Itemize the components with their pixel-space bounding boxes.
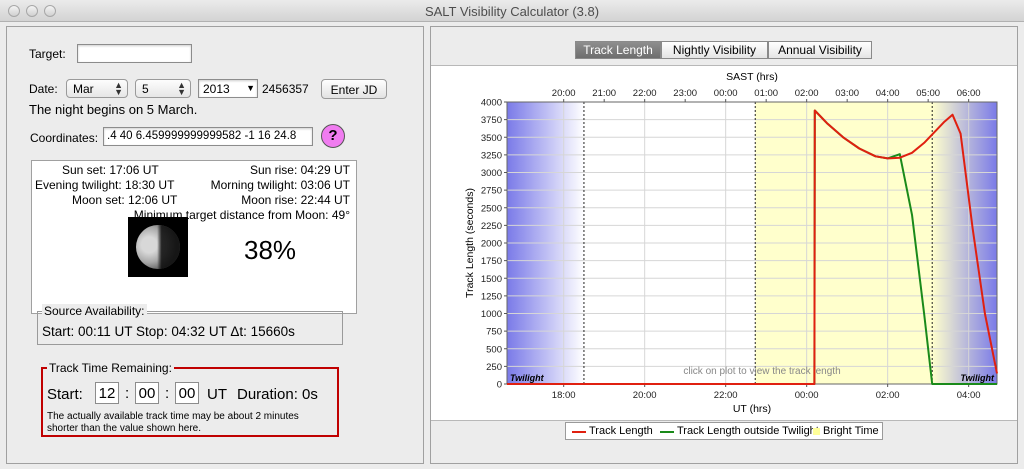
x2-tick-label: 03:00 xyxy=(835,88,859,99)
select-arrows-icon: ▲ ▼ xyxy=(177,80,186,97)
tab-track-length[interactable]: Track Length xyxy=(575,41,661,59)
x-tick-label: 20:00 xyxy=(633,390,657,401)
moon-phase-image xyxy=(128,217,188,277)
plot-hint-text: click on plot to view the track length xyxy=(683,366,840,377)
legend-outside-twilight: Track Length outside Twilight xyxy=(677,425,819,437)
y-tick-label: 1250 xyxy=(481,291,502,302)
tab-nightly-visibility[interactable]: Nightly Visibility xyxy=(661,41,768,59)
visibility-panel: Track Length Nightly Visibility Annual V… xyxy=(430,26,1018,464)
date-label: Date: xyxy=(29,82,58,96)
input-panel: Target: Date: Mar ▲ ▼ 5 ▲ ▼ 2013 ▼ 2456357… xyxy=(6,26,424,464)
time-separator: : xyxy=(165,385,170,402)
sun-moon-info-box: Sun set: 17:06 UT Sun rise: 04:29 UT Eve… xyxy=(31,160,357,314)
morning-twilight-text: Morning twilight: 03:06 UT xyxy=(210,178,350,192)
source-availability-text: Start: 00:11 UT Stop: 04:32 UT Δt: 15660… xyxy=(42,324,295,339)
x2-tick-label: 06:00 xyxy=(957,88,981,99)
x2-tick-label: 23:00 xyxy=(673,88,697,99)
target-label: Target: xyxy=(29,47,66,61)
track-start-seconds-input[interactable]: 00 xyxy=(175,382,199,404)
tab-annual-visibility[interactable]: Annual Visibility xyxy=(768,41,872,59)
y-tick-label: 3000 xyxy=(481,168,502,179)
legend-bright-time: Bright Time xyxy=(823,425,879,437)
twilight-label-evening: Twilight xyxy=(510,373,545,383)
moon-shadow xyxy=(136,225,180,269)
moon-rise-text: Moon rise: 22:44 UT xyxy=(241,193,350,207)
target-input[interactable] xyxy=(77,44,192,63)
y-tick-label: 2000 xyxy=(481,239,502,250)
y-tick-label: 750 xyxy=(486,327,502,338)
track-time-remaining-title: Track Time Remaining: xyxy=(47,361,174,375)
track-time-note-line2: shorter than the value shown here. xyxy=(47,423,201,434)
window-title: SALT Visibility Calculator (3.8) xyxy=(424,4,600,19)
chevron-down-icon[interactable]: ▼ xyxy=(246,83,255,93)
y-tick-label: 2250 xyxy=(481,221,502,232)
sun-set-text: Sun set: 17:06 UT xyxy=(62,163,159,177)
y-tick-label: 0 xyxy=(497,380,502,391)
track-time-note-line1: The actually available track time may be… xyxy=(47,411,299,422)
track-time-remaining-group: Track Time Remaining: Start: 12 : 00 : 0… xyxy=(41,361,339,437)
y-tick-label: 3750 xyxy=(481,115,502,126)
y-axis-label: Track Length (seconds) xyxy=(464,188,476,298)
coordinates-input[interactable]: .4 40 6.459999999999582 -1 16 24.8 xyxy=(103,127,313,146)
moon-phase-percentage: 38% xyxy=(244,235,297,265)
x2-tick-label: 04:00 xyxy=(876,88,900,99)
x2-axis-label: SAST (hrs) xyxy=(726,71,778,83)
track-start-label: Start: xyxy=(47,386,83,403)
legend-swatch-track-length xyxy=(572,431,586,433)
x-tick-label: 04:00 xyxy=(957,390,981,401)
x2-tick-label: 20:00 xyxy=(552,88,576,99)
x-tick-label: 02:00 xyxy=(876,390,900,401)
sun-rise-text: Sun rise: 04:29 UT xyxy=(249,163,350,177)
x2-tick-label: 02:00 xyxy=(795,88,819,99)
track-start-hours-input[interactable]: 12 xyxy=(95,382,119,404)
source-availability-title: Source Availability: xyxy=(42,304,147,318)
year-combo[interactable]: 2013 ▼ xyxy=(198,79,258,98)
month-select[interactable]: Mar ▲ ▼ xyxy=(66,79,128,98)
y-tick-label: 3250 xyxy=(481,150,502,161)
month-value: Mar xyxy=(73,82,94,96)
track-start-minutes-input[interactable]: 00 xyxy=(135,382,159,404)
enter-jd-button[interactable]: Enter JD xyxy=(321,79,387,99)
year-value: 2013 xyxy=(203,82,230,96)
day-value: 5 xyxy=(142,82,149,96)
y-tick-label: 2500 xyxy=(481,203,502,214)
day-select[interactable]: 5 ▲ ▼ xyxy=(135,79,191,98)
source-availability-group: Source Availability: Start: 00:11 UT Sto… xyxy=(37,304,343,345)
x2-tick-label: 01:00 xyxy=(754,88,778,99)
y-tick-label: 2750 xyxy=(481,186,502,197)
x-axis-label: UT (hrs) xyxy=(733,403,771,415)
coordinates-label: Coordinates: xyxy=(30,131,99,145)
y-tick-label: 250 xyxy=(486,362,502,373)
x-tick-label: 18:00 xyxy=(552,390,576,401)
window-titlebar: SALT Visibility Calculator (3.8) xyxy=(0,0,1024,22)
legend-swatch-bright-time xyxy=(813,428,820,435)
y-tick-label: 4000 xyxy=(481,98,502,109)
y-tick-label: 3500 xyxy=(481,133,502,144)
night-begins-text: The night begins on 5 March. xyxy=(29,102,198,117)
legend-swatch-outside-twilight xyxy=(660,431,674,433)
help-button[interactable]: ? xyxy=(321,124,345,148)
chart-legend: Track Length Track Length outside Twilig… xyxy=(565,422,883,440)
y-tick-label: 1000 xyxy=(481,309,502,320)
x-tick-label: 00:00 xyxy=(795,390,819,401)
legend-track-length: Track Length xyxy=(589,425,653,437)
x2-tick-label: 00:00 xyxy=(714,88,738,99)
ut-label: UT xyxy=(207,386,227,403)
y-tick-label: 1500 xyxy=(481,274,502,285)
x2-tick-label: 05:00 xyxy=(916,88,940,99)
twilight-label-morning: Twilight xyxy=(960,373,995,383)
track-duration-text: Duration: 0s xyxy=(237,386,318,403)
x-tick-label: 22:00 xyxy=(714,390,738,401)
julian-date-value: 2456357 xyxy=(262,82,309,96)
y-tick-label: 500 xyxy=(486,344,502,355)
track-length-chart[interactable]: 0 250 500 750 1000 1250 1500 1750 2000 2250 2500 27… xyxy=(431,65,1017,421)
evening-twilight-text: Evening twilight: 18:30 UT xyxy=(35,178,175,192)
x2-tick-label: 22:00 xyxy=(633,88,657,99)
x2-tick-label: 21:00 xyxy=(592,88,616,99)
moon-set-text: Moon set: 12:06 UT xyxy=(72,193,178,207)
select-arrows-icon: ▲ ▼ xyxy=(114,80,123,97)
y-tick-label: 1750 xyxy=(481,256,502,267)
time-separator: : xyxy=(125,385,130,402)
